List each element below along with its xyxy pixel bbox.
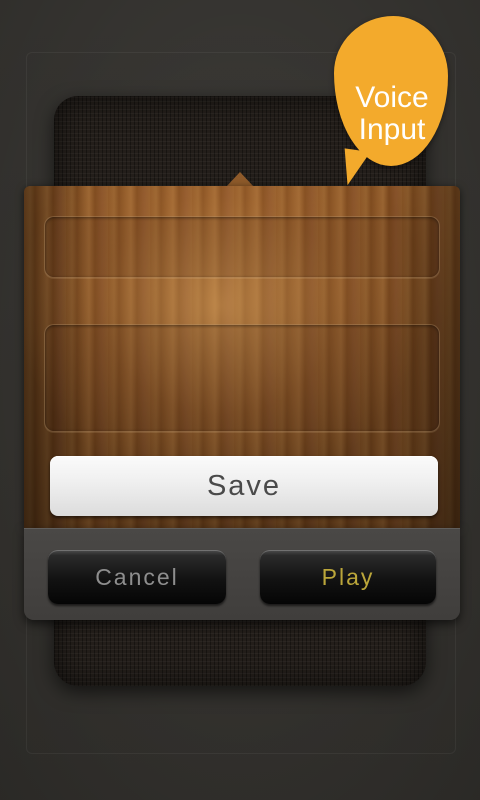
play-button[interactable]: Play [260, 550, 436, 604]
voice-input-label: Voice Input [338, 82, 446, 146]
speech-bubble-tail-icon [339, 148, 371, 188]
title-input[interactable] [44, 216, 440, 278]
body-input[interactable] [44, 324, 440, 432]
voice-input-label-line2: Input [358, 113, 426, 146]
save-button[interactable]: Save [50, 456, 438, 516]
voice-input-label-line1: Voice [355, 81, 429, 114]
cancel-button[interactable]: Cancel [48, 550, 226, 604]
panel-pointer [226, 172, 254, 187]
app-screen: Save Cancel Play Voice Input [0, 0, 480, 800]
